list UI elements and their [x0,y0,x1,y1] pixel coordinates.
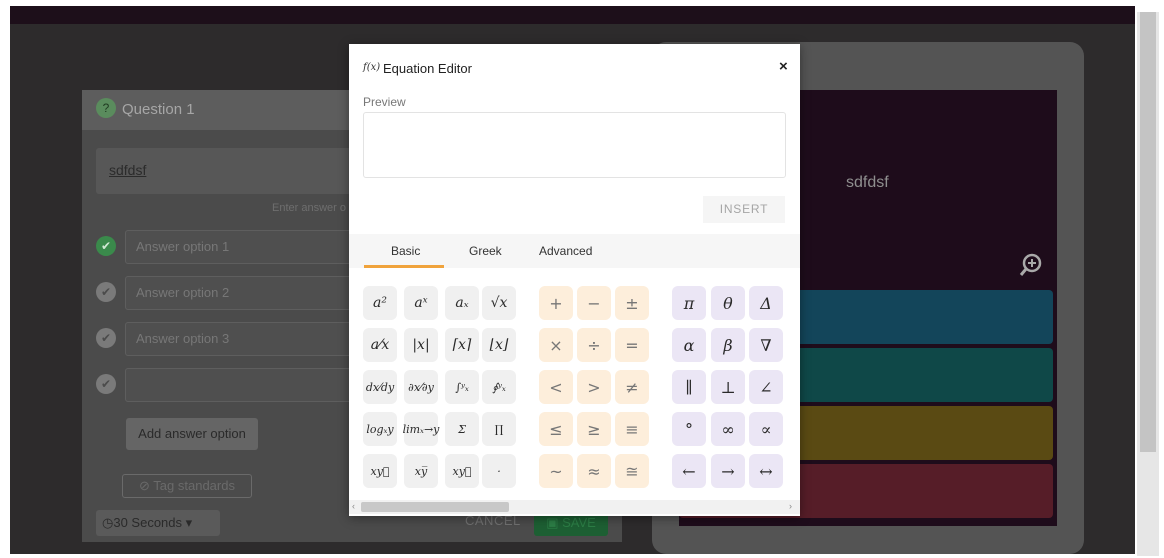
insert-button[interactable]: INSERT [703,196,785,223]
symbol-key[interactable]: ≤ [539,412,573,446]
symbol-key[interactable]: ≅ [615,454,649,488]
page-scrollbar-thumb[interactable] [1140,12,1156,452]
symbol-key[interactable]: xy⃖ [363,454,397,488]
symbol-key[interactable]: · [482,454,516,488]
question-text-value: sdfdsf [109,162,147,178]
symbol-key[interactable]: aₓ [445,286,479,320]
symbol-key[interactable]: ∝ [749,412,783,446]
tag-icon: ⊘ [139,478,154,493]
equation-editor-modal: f(x) Equation Editor × Preview INSERT Ba… [349,44,800,516]
symbol-key[interactable]: ∞ [711,412,745,446]
app-root: ? Question 1 sdfdsf Enter answer o ✔ Ans… [0,0,1164,558]
top-bar [10,6,1135,24]
symbol-key[interactable]: = [615,328,649,362]
symbol-key[interactable]: + [539,286,573,320]
correct-check-icon[interactable]: ✔ [96,374,116,394]
symbol-key[interactable]: dx⁄dy [363,370,397,404]
symbol-key[interactable]: ~ [539,454,573,488]
symbol-key[interactable]: ∇ [749,328,783,362]
symbol-key[interactable]: Δ [749,286,783,320]
tab-advanced[interactable]: Advanced [539,244,592,258]
add-answer-option-button[interactable]: Add answer option [126,418,258,450]
symbol-key[interactable]: ∂x⁄∂y [404,370,438,404]
symbol-key[interactable]: ∏ [482,412,516,446]
clock-icon: ◷ [102,515,114,530]
symbol-key[interactable]: ± [615,286,649,320]
symbol-key[interactable]: α [672,328,706,362]
symbol-key[interactable]: a⁄x [363,328,397,362]
preview-question-text: sdfdsf [846,174,889,191]
tag-standards-button[interactable]: ⊘ Tag standards [122,474,252,498]
correct-check-icon[interactable]: ✔ [96,282,116,302]
symbol-key[interactable]: ⌈x⌉ [445,328,479,362]
symbol-key[interactable]: β [711,328,745,362]
zoom-in-icon[interactable] [1018,252,1044,278]
tab-basic[interactable]: Basic [391,244,420,258]
tab-bar: Basic Greek Advanced [349,234,800,268]
tab-greek[interactable]: Greek [469,244,502,258]
symbol-key[interactable]: ← [672,454,706,488]
symbol-key[interactable]: ∠ [749,370,783,404]
symbol-key[interactable]: ≥ [577,412,611,446]
scroll-right-icon[interactable]: › [789,501,792,511]
modal-title: Equation Editor [383,61,472,76]
symbol-key[interactable]: ∫ʸₓ [445,370,479,404]
symbol-key[interactable]: θ [711,286,745,320]
question-title: Question 1 [122,101,195,118]
symbol-key[interactable]: xy̅ [404,454,438,488]
save-icon: ▣ [546,515,563,530]
correct-check-icon[interactable]: ✔ [96,328,116,348]
symbol-key[interactable]: π [672,286,706,320]
symbol-key[interactable]: ≠ [615,370,649,404]
symbol-key[interactable]: |x| [404,328,438,362]
question-icon: ? [96,98,116,118]
symbol-key[interactable]: aˣ [404,286,438,320]
symbol-key[interactable]: ° [672,412,706,446]
page-scrollbar[interactable] [1137,12,1159,556]
keypad-scrollbar-thumb[interactable] [361,502,509,512]
symbol-key[interactable]: ≡ [615,412,649,446]
symbol-key[interactable]: ⌊x⌋ [482,328,516,362]
scroll-left-icon[interactable]: ‹ [352,501,355,511]
symbol-key[interactable]: xy⃗ [445,454,479,488]
symbol-key[interactable]: ↔ [749,454,783,488]
symbol-key[interactable]: ⊥ [711,370,745,404]
chevron-down-icon: ▾ [182,515,193,530]
symbol-key[interactable]: √x [482,286,516,320]
symbol-key[interactable]: ∥ [672,370,706,404]
keypad-scrollbar[interactable]: ‹ › [349,500,800,514]
timer-select[interactable]: ◷30 Seconds ▾ [96,510,220,536]
close-icon[interactable]: × [779,58,788,75]
symbol-key[interactable]: Σ [445,412,479,446]
symbol-key[interactable]: < [539,370,573,404]
function-icon: f(x) [363,62,381,73]
symbol-key[interactable]: − [577,286,611,320]
enter-answer-hint: Enter answer o [272,202,346,214]
symbol-key[interactable]: limₓ→y [403,412,439,446]
symbol-key[interactable]: logₓy [363,412,397,446]
preview-label: Preview [363,95,406,109]
symbol-key[interactable]: ∮ʸₓ [482,370,516,404]
symbol-key[interactable]: ≈ [577,454,611,488]
symbol-key[interactable]: ÷ [577,328,611,362]
equation-preview-box[interactable] [363,112,786,178]
symbol-key[interactable]: × [539,328,573,362]
active-tab-underline [364,265,444,268]
symbol-key[interactable]: → [711,454,745,488]
symbol-key[interactable]: > [577,370,611,404]
symbol-key[interactable]: a² [363,286,397,320]
correct-check-icon[interactable]: ✔ [96,236,116,256]
